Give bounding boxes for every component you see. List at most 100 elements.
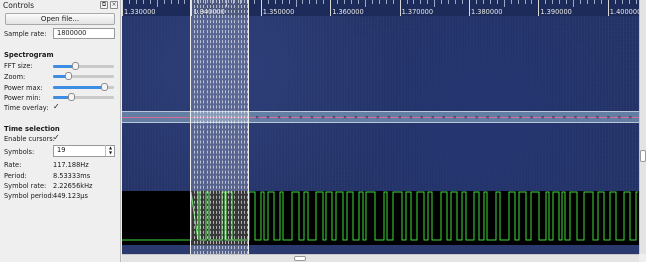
axis-minor-tick <box>600 0 602 4</box>
power-min-slider[interactable] <box>53 93 114 102</box>
symbol-cursor-line <box>215 0 217 254</box>
axis-minor-tick <box>295 0 297 7</box>
axis-minor-tick <box>156 0 158 7</box>
axis-minor-tick <box>406 0 408 4</box>
axis-minor-tick <box>309 0 311 4</box>
axis-minor-tick <box>448 0 450 4</box>
axis-minor-tick <box>475 0 477 4</box>
enable-cursors-checkbox[interactable]: ✓ <box>53 134 60 142</box>
axis-minor-tick <box>142 0 144 4</box>
axis-minor-tick <box>385 0 387 4</box>
axis-minor-tick <box>573 0 575 7</box>
axis-minor-tick <box>531 0 533 4</box>
rate-label: Rate: <box>4 161 22 169</box>
time-selection-cursor[interactable] <box>190 0 249 254</box>
spectrogram-header: Spectrogram <box>4 51 54 59</box>
symbol-cursor-line <box>218 0 220 254</box>
axis-minor-tick <box>614 0 616 4</box>
axis-minor-tick <box>566 0 568 4</box>
zoom-slider[interactable] <box>53 72 114 81</box>
controls-panel: Controls ⧉ × Open file... Sample rate: 1… <box>0 0 121 262</box>
controls-titlebar: Controls ⧉ × <box>0 0 121 11</box>
axis-minor-tick <box>552 0 554 4</box>
symbol-cursor-line <box>203 0 205 254</box>
horizontal-scrollbar[interactable] <box>122 254 639 262</box>
spectrogram-view[interactable]: ✕ ✕ ✕ ✕ ✕ ✕ ✕ ✕ ✕ ✕ ✕ ✕ ✕ ✕ ✕ ✕ ✕ ✕ ✕ ✕ … <box>122 0 639 254</box>
symbol-cursor-line <box>225 0 227 254</box>
axis-minor-tick <box>253 0 255 4</box>
symbol-cursor-line <box>194 0 196 254</box>
axis-minor-tick <box>364 0 366 7</box>
axis-minor-tick <box>545 0 547 4</box>
axis-minor-tick <box>163 0 165 4</box>
axis-major-tick <box>260 0 262 16</box>
symbol-cursor-line <box>231 0 233 254</box>
symbol-cursor-line <box>197 0 199 254</box>
axis-minor-tick <box>316 0 318 4</box>
axis-minor-tick <box>621 0 623 4</box>
axis-minor-tick <box>135 0 137 4</box>
symbols-label: Symbols: <box>4 148 35 156</box>
power-max-slider[interactable] <box>53 83 114 92</box>
close-icon[interactable]: × <box>110 1 118 9</box>
axis-minor-tick <box>392 0 394 4</box>
axis-major-tick <box>469 0 470 16</box>
axis-minor-tick <box>635 0 637 4</box>
axis-minor-tick <box>489 0 491 4</box>
open-file-button[interactable]: Open file... <box>5 13 115 25</box>
power-max-label: Power max: <box>4 84 43 92</box>
slider-knob[interactable] <box>72 62 80 70</box>
axis-minor-tick <box>378 0 380 4</box>
symbol-cursor-line <box>206 0 208 254</box>
symbol-rate-label: Symbol rate: <box>4 182 47 190</box>
axis-minor-tick <box>170 0 172 4</box>
chevron-down-icon[interactable]: ▼ <box>106 150 115 155</box>
axis-major-tick <box>330 0 332 16</box>
symbol-cursor-line <box>234 0 236 254</box>
horizontal-scroll-thumb[interactable] <box>294 256 306 261</box>
vertical-scroll-thumb[interactable] <box>640 150 646 162</box>
slider-knob[interactable] <box>100 83 108 91</box>
axis-tick-label: 1.380000 <box>471 8 503 16</box>
power-min-label: Power min: <box>4 94 41 102</box>
symbol-cursor-line <box>243 0 245 254</box>
axis-major-tick <box>399 0 401 16</box>
slider-fill <box>53 86 105 89</box>
slider-knob[interactable] <box>64 72 72 80</box>
symbol-cursor-line <box>246 0 248 254</box>
axis-minor-tick <box>288 0 290 4</box>
axis-minor-tick <box>267 0 269 4</box>
axis-minor-tick <box>510 0 512 4</box>
symbol-cursor-line <box>228 0 230 254</box>
symbol-cursor-line <box>237 0 239 254</box>
axis-minor-tick <box>357 0 359 4</box>
axis-minor-tick <box>628 0 630 4</box>
axis-tick-label: 1.390000 <box>540 8 572 16</box>
float-icon[interactable]: ⧉ <box>100 1 108 9</box>
axis-minor-tick <box>496 0 498 4</box>
axis-minor-tick <box>351 0 353 4</box>
axis-tick-label: 1.370000 <box>401 8 434 16</box>
fft-size-slider[interactable] <box>53 62 114 71</box>
axis-minor-tick <box>128 0 130 4</box>
axis-minor-tick <box>580 0 582 4</box>
symbol-cursor-line <box>200 0 202 254</box>
rate-value: 117.188Hz <box>53 161 89 169</box>
band-symbol-marks: ✕ ✕ ✕ ✕ ✕ ✕ ✕ ✕ ✕ ✕ ✕ ✕ ✕ ✕ ✕ ✕ ✕ ✕ ✕ ✕ … <box>255 115 639 121</box>
time-overlay-checkbox[interactable]: ✓ <box>53 103 60 111</box>
axis-minor-tick <box>274 0 276 4</box>
symbols-spin-buttons[interactable]: ▲ ▼ <box>105 145 115 156</box>
sample-rate-input[interactable]: 1800000 <box>53 28 115 39</box>
symbol-cursor-line <box>209 0 211 254</box>
axis-minor-tick <box>593 0 595 4</box>
axis-minor-tick <box>524 0 526 4</box>
slider-knob[interactable] <box>68 93 76 101</box>
period-label: Period: <box>4 172 27 180</box>
axis-minor-tick <box>455 0 457 4</box>
symbols-value: 19 <box>57 146 66 154</box>
axis-major-tick <box>122 0 123 16</box>
axis-tick-label: 1.400000 <box>609 8 639 16</box>
axis-minor-tick <box>371 0 373 4</box>
vertical-scrollbar[interactable] <box>639 0 646 254</box>
symbol-cursor-line <box>240 0 242 254</box>
